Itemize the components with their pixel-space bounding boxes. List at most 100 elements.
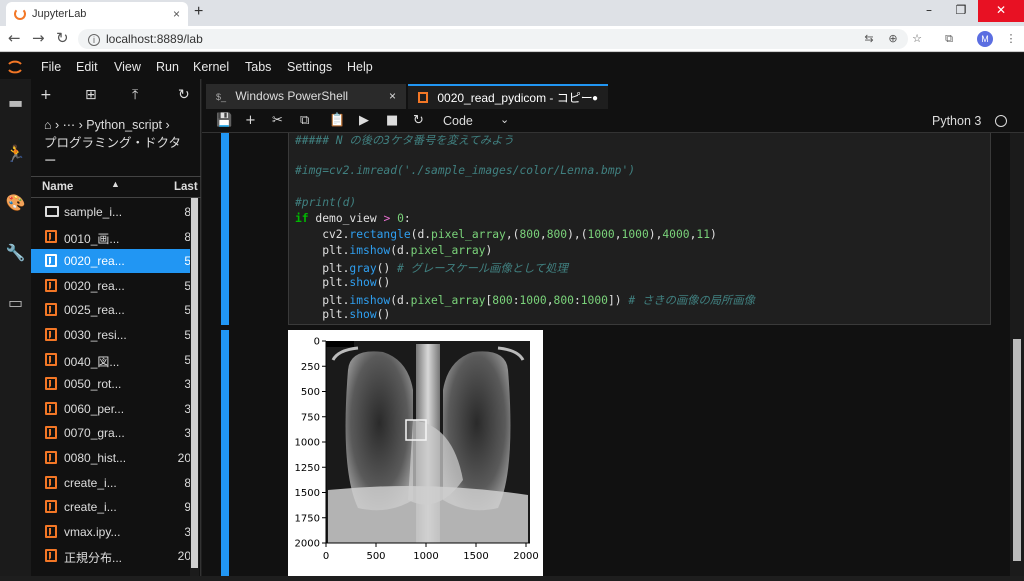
y-tick-label: 250: [301, 362, 320, 373]
restart-kernel-icon[interactable]: ↻: [413, 113, 424, 128]
open-tabs-icon[interactable]: ▭: [0, 288, 31, 318]
notebook-file-icon: [45, 524, 57, 538]
breadcrumb-folder-cont[interactable]: ー: [44, 152, 198, 170]
running-kernels-icon[interactable]: 🏃: [0, 139, 31, 169]
menu-view[interactable]: View: [114, 60, 141, 74]
interrupt-stop-icon[interactable]: ■: [386, 113, 398, 128]
file-row[interactable]: 0010_画... 8: [31, 225, 191, 249]
notebook-file-icon: [45, 426, 57, 440]
file-browser-folder-icon[interactable]: ▬: [0, 88, 31, 118]
file-name: 0010_画...: [64, 231, 120, 246]
copy-icon[interactable]: ⧉: [300, 113, 309, 128]
new-tab-button[interactable]: +: [194, 3, 203, 21]
xray-image: [326, 341, 530, 543]
x-tick-label: 500: [366, 551, 385, 562]
cell-type-select[interactable]: Code: [443, 114, 473, 128]
file-last-modified: 20: [177, 549, 191, 564]
code-line-9: plt.gray() # グレースケール画像として処理: [295, 262, 568, 275]
file-row[interactable]: create_i... 8: [31, 471, 191, 495]
unsaved-dot-icon[interactable]: ●: [592, 86, 598, 111]
menu-tabs[interactable]: Tabs: [245, 60, 271, 74]
file-row[interactable]: 0050_rot... 3: [31, 372, 191, 396]
terminal-icon: $_: [216, 92, 227, 102]
forward-arrow-icon[interactable]: →: [32, 29, 45, 47]
file-row[interactable]: vmax.ipy... 3: [31, 520, 191, 544]
menu-edit[interactable]: Edit: [76, 60, 98, 74]
kernel-status-idle-icon: [995, 115, 1007, 127]
file-browser-scrollbar[interactable]: [190, 198, 199, 576]
file-row[interactable]: 0020_rea... 5: [31, 249, 191, 274]
kernel-name[interactable]: Python 3: [932, 114, 981, 128]
run-play-icon[interactable]: ▶: [359, 113, 369, 128]
code-line-6: if demo_view > 0:: [295, 212, 411, 225]
file-row[interactable]: 0020_rea... 5: [31, 274, 191, 298]
menu-kernel[interactable]: Kernel: [193, 60, 229, 74]
breadcrumb-folder[interactable]: プログラミング・ドクタ: [44, 134, 198, 152]
reload-icon[interactable]: ↻: [56, 29, 69, 47]
extension-icon[interactable]: ⧉: [942, 32, 956, 46]
tab-label: 0020_read_pydicom - コピー: [437, 91, 593, 105]
browser-tab-close-icon[interactable]: ×: [173, 7, 180, 21]
xray-plot: 0 250 500 750 1000 1250 1500 1750 2000 0 500 1000 1…: [295, 337, 539, 563]
file-row[interactable]: 0070_gra... 3: [31, 421, 191, 445]
x-tick-label: 2000: [513, 551, 538, 562]
file-last-modified: 9: [184, 500, 191, 515]
file-row[interactable]: 正規分布... 20: [31, 544, 191, 568]
url-bar[interactable]: i localhost:8889/lab: [78, 29, 908, 49]
output-collapser[interactable]: [221, 330, 229, 576]
insert-cell-plus-icon[interactable]: +: [245, 113, 256, 128]
file-row[interactable]: 0025_rea... 5: [31, 298, 191, 322]
chevron-down-icon[interactable]: ⌄: [500, 113, 509, 126]
cell-collapser[interactable]: [221, 133, 229, 325]
column-name-header[interactable]: Name: [42, 181, 73, 193]
save-icon[interactable]: 💾: [216, 113, 232, 128]
file-row[interactable]: sample_i... 8: [31, 200, 191, 224]
window-restore-button[interactable]: ❐: [946, 0, 976, 22]
browser-tab-title: JupyterLab: [32, 8, 87, 20]
file-row[interactable]: 0060_per... 3: [31, 397, 191, 421]
new-launcher-plus-icon[interactable]: +: [40, 87, 52, 103]
site-info-icon[interactable]: i: [88, 34, 100, 46]
notebook-scrollbar[interactable]: [1010, 133, 1024, 576]
cut-scissors-icon[interactable]: ✂: [272, 113, 283, 128]
menu-settings[interactable]: Settings: [287, 60, 332, 74]
column-last-modified-header[interactable]: Last: [174, 181, 198, 193]
menu-file[interactable]: File: [41, 60, 61, 74]
code-cell-editor[interactable]: ##### N の後の3ケタ番号を変えてみよう #img=cv2.imread(…: [288, 133, 991, 325]
file-row[interactable]: 0040_図... 5: [31, 348, 191, 372]
file-last-modified: 3: [184, 426, 191, 441]
file-name: 0020_rea...: [64, 254, 125, 269]
refresh-icon[interactable]: ↻: [178, 87, 190, 103]
file-row[interactable]: 0080_hist... 20: [31, 446, 191, 470]
command-palette-icon[interactable]: 🎨: [0, 188, 31, 218]
new-folder-icon[interactable]: ⊞: [85, 87, 97, 103]
browser-tab-jupyterlab[interactable]: JupyterLab ×: [6, 2, 188, 26]
file-name: sample_i...: [64, 205, 123, 219]
breadcrumb-path[interactable]: ⌂ › ⋯ › Python_script ›: [44, 116, 198, 134]
window-minimize-button[interactable]: –: [914, 0, 944, 22]
scrollbar-thumb[interactable]: [191, 198, 198, 568]
menu-run[interactable]: Run: [156, 60, 179, 74]
file-row[interactable]: create_i... 9: [31, 495, 191, 519]
profile-avatar[interactable]: M: [977, 31, 993, 47]
tab-notebook[interactable]: 0020_read_pydicom - コピー ●: [408, 84, 608, 109]
back-arrow-icon[interactable]: ←: [8, 29, 21, 47]
upload-icon[interactable]: ⤒: [132, 87, 138, 103]
scrollbar-thumb[interactable]: [1013, 339, 1021, 561]
translate-icon[interactable]: ⇆: [862, 32, 876, 46]
browser-menu-icon[interactable]: ⋮: [1004, 32, 1018, 46]
file-row[interactable]: 0030_resi... 5: [31, 323, 191, 347]
bookmark-star-icon[interactable]: ☆: [910, 32, 924, 46]
tab-close-icon[interactable]: ×: [389, 84, 396, 109]
file-name: 0080_hist...: [64, 451, 127, 465]
file-last-modified: 5: [184, 303, 191, 318]
breadcrumb[interactable]: ⌂ › ⋯ › Python_script › プログラミング・ドクタ ー: [44, 116, 198, 170]
window-close-button[interactable]: ✕: [978, 0, 1024, 22]
tab-windows-powershell[interactable]: $_ Windows PowerShell ×: [206, 84, 406, 109]
file-last-modified: 8: [184, 475, 191, 490]
menu-help[interactable]: Help: [347, 60, 373, 74]
paste-icon[interactable]: 📋: [329, 113, 345, 128]
x-tick-label: 0: [323, 551, 329, 562]
zoom-icon[interactable]: ⊕: [886, 32, 900, 46]
property-inspector-wrench-icon[interactable]: 🔧: [0, 238, 31, 268]
